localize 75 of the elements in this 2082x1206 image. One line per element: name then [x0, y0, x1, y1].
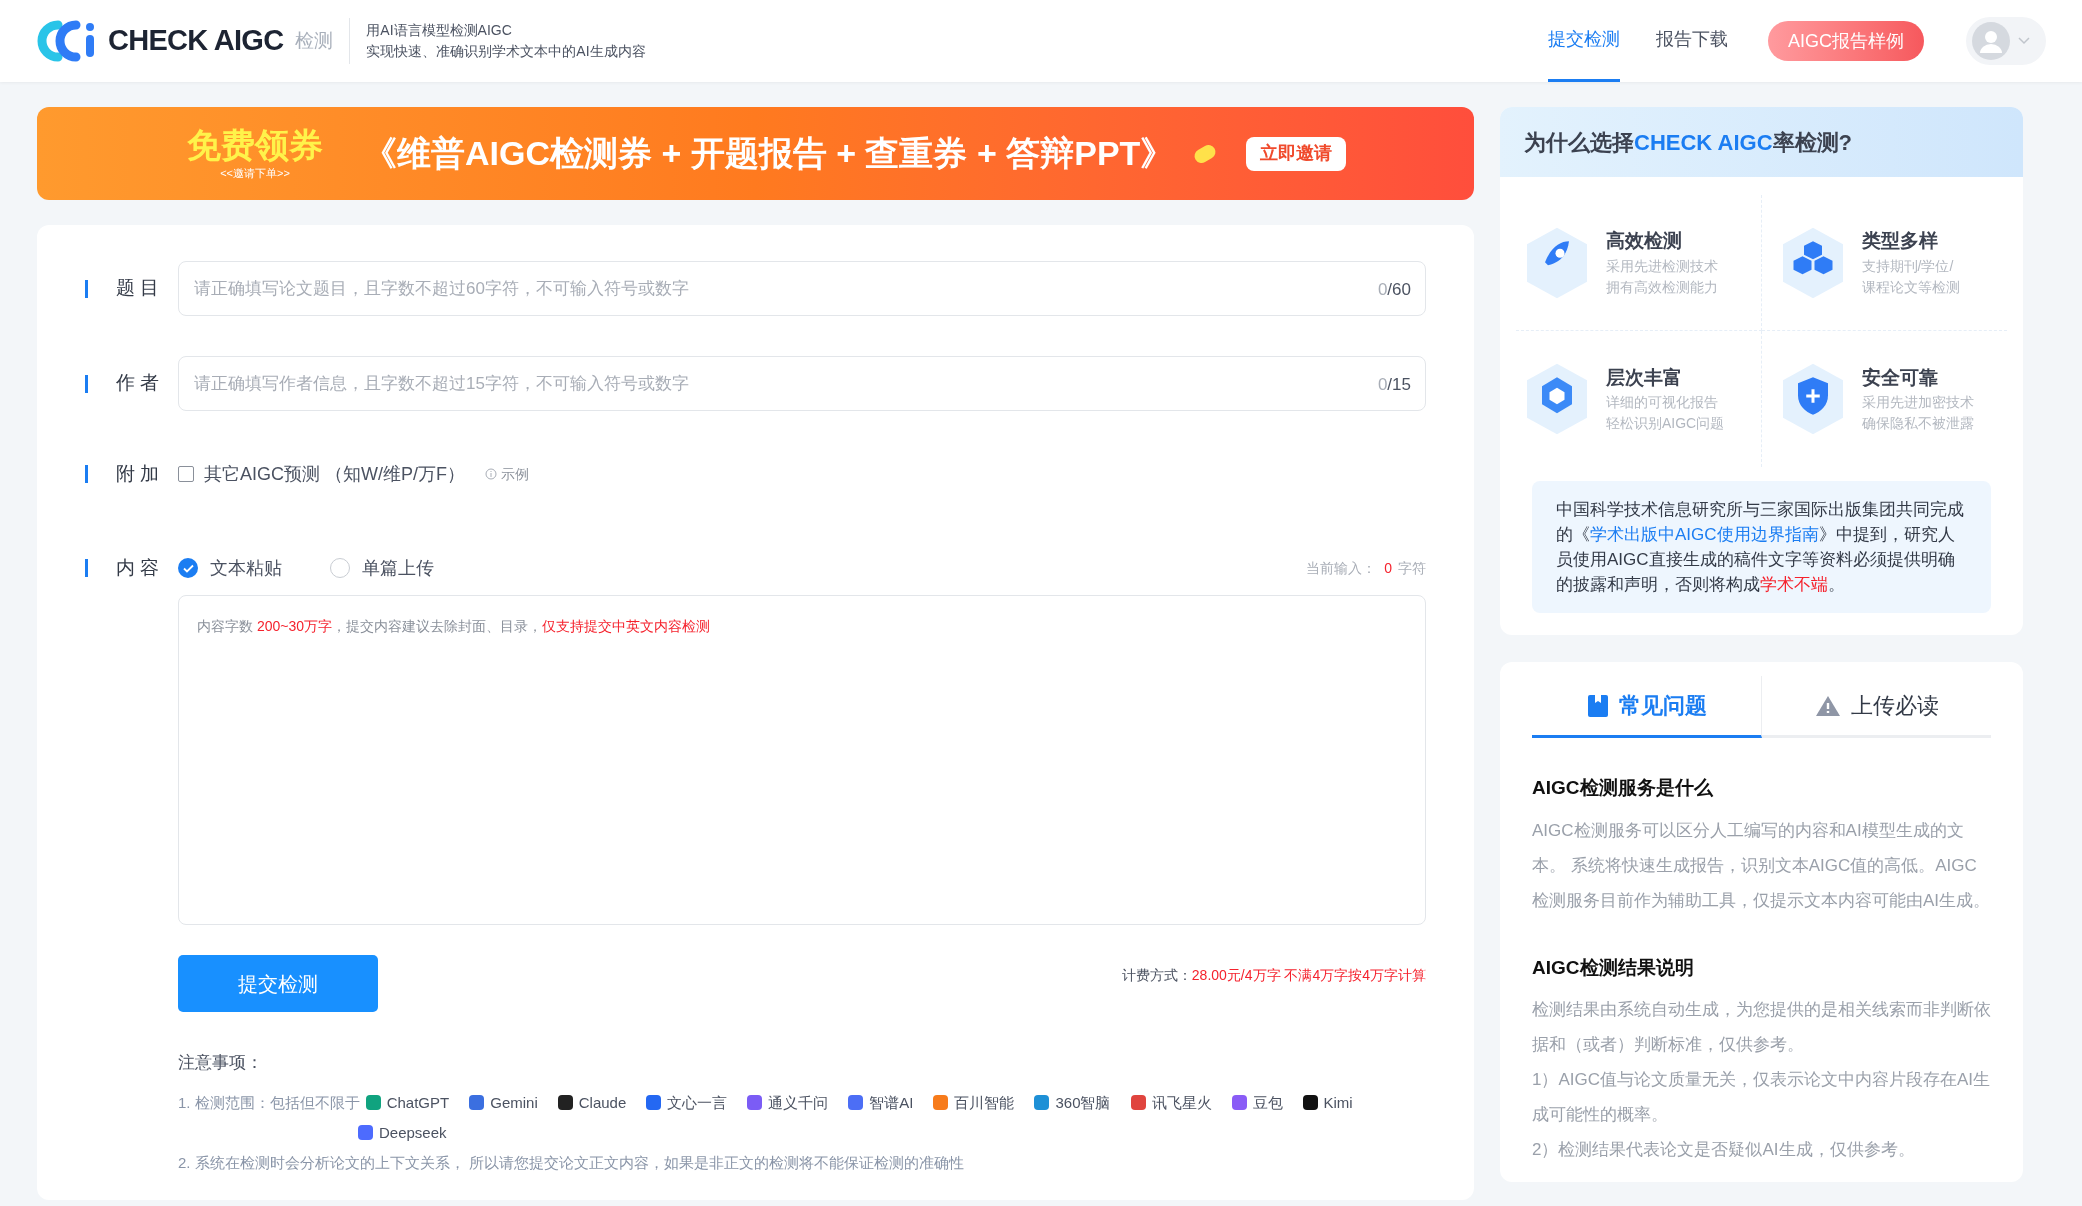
feature-description: 采用先进加密技术 — [1861, 393, 1974, 413]
promo-banner[interactable]: 免费领券 <<邀请下单>> 《维普AIGC检测券 + 开题报告 + 查重券 + 答辩PPT》 立即邀请 — [37, 107, 1474, 200]
warning-icon — [1814, 694, 1841, 717]
scope-label: 1. 检测范围：包括但不限于 — [178, 1092, 360, 1113]
notes-title: 注意事项： — [178, 1052, 264, 1074]
tagline: 实现快速、准确识别学术文本中的AI生成内容 — [366, 42, 646, 61]
checkbox-label: 其它AIGC预测 （知W/维P/万F） — [204, 462, 465, 486]
faq-paragraph: 2）检测结果代表论文是否疑似AI生成，仅供参考。 — [1532, 1139, 1916, 1161]
book-icon — [1586, 693, 1609, 718]
textarea-placeholder: 内容字数 200~30万字，提交内容建议去除封面、目录，仅支持提交中英文内容检测 — [197, 617, 711, 636]
faq-heading: AIGC检测服务是什么 — [1532, 776, 1714, 800]
model-name: Claude — [578, 1092, 627, 1113]
feature-description: 课程论文等检测 — [1861, 277, 1960, 297]
invite-button[interactable]: 立即邀请 — [1246, 136, 1347, 171]
faq-paragraph: 1）AIGC值与论文质量无关，仅表示论文中内容片段存在AI生成可能性的概率。 — [1532, 1069, 1991, 1126]
model-name: Gemini — [490, 1092, 538, 1113]
feature-description: 确保隐私不被泄露 — [1861, 414, 1974, 434]
field-label: 内 容 — [116, 555, 160, 580]
radio-label: 文本粘贴 — [210, 556, 282, 580]
logo-subtitle: 检测 — [295, 28, 334, 53]
tagline: 用AI语言模型检测AIGC — [366, 21, 513, 40]
nav-link[interactable]: 提交检测 — [1548, 0, 1620, 82]
check-icon — [182, 563, 194, 573]
chevron-down-icon — [2018, 37, 2030, 45]
quote-text: 中国科学技术信息研究所与三家国际出版集团共同完成的《学术出版中AIGC使用边界指南》中提到，研究人员使用AIGC直接生成的稿件文字等资料必须提供明确的披露和声明，否则将构成学术不端。 — [1532, 481, 1991, 613]
submit-button[interactable]: 提交检测 — [178, 955, 378, 1012]
feature-icon — [1524, 225, 1590, 300]
radio-label: 单篇上传 — [362, 556, 434, 580]
model-name: ChatGPT — [386, 1092, 450, 1113]
faq-paragraph: 检测结果由系统自动生成，为您提供的是相关线索而非判断依据和（或者）判断标准，仅供参考。 — [1532, 999, 1991, 1056]
faq-paragraph: AIGC检测服务可以区分人工编写的内容和AI模型生成的文本。 系统将快速生成报告，识别文本AIGC值的高低。AIGC检测服务目前作为辅助工具，仅提示文本内容可能由AI生成。 — [1532, 819, 1991, 912]
model-name: 讯飞星火 — [1151, 1092, 1212, 1113]
field-label: 题 目 — [116, 276, 160, 301]
example-link[interactable]: 示例 — [501, 463, 529, 485]
feature-description: 采用先进检测技术 — [1606, 256, 1718, 276]
feature-description: 拥有高效检测能力 — [1606, 277, 1718, 297]
feature-title: 层次丰富 — [1606, 365, 1683, 390]
feature-title: 安全可靠 — [1861, 365, 1939, 390]
model-name: 智谱AI — [869, 1092, 914, 1113]
model-name: Kimi — [1323, 1092, 1353, 1113]
faq-tab[interactable]: 上传必读 — [1762, 676, 1991, 738]
note-text: 2. 系统在检测时会分析论文的上下文关系， 所以请您提交论文正文内容，如果是非正文的检测将不能保证检测的准确性 — [178, 1152, 965, 1173]
banner-title: 免费领券 — [187, 125, 323, 166]
card-title: 为什么选择CHECK AIGC率检测? — [1524, 128, 1852, 157]
model-name: 通义千问 — [768, 1092, 829, 1113]
faq-heading: AIGC检测结果说明 — [1532, 955, 1695, 980]
char-counter: 0/15 — [1377, 374, 1411, 396]
model-name: 文心一言 — [667, 1092, 728, 1113]
feature-description: 支持期刊/学位/ — [1861, 256, 1955, 276]
field-label: 作 者 — [116, 371, 160, 396]
guide-link[interactable]: 学术出版中AIGC使用边界指南 — [1590, 525, 1819, 544]
char-counter: 0/60 — [1377, 279, 1411, 301]
radio-button[interactable] — [178, 558, 198, 578]
faq-tab[interactable]: 常见问题 — [1532, 676, 1762, 738]
banner-badge-subtitle: <<邀请下单>> — [220, 166, 290, 182]
feature-description: 详细的可视化报告 — [1606, 393, 1719, 413]
feature-title: 高效检测 — [1606, 229, 1683, 254]
model-name: 百川智能 — [954, 1092, 1015, 1113]
banner-headline: 《维普AIGC检测券 + 开题报告 + 查重券 + 答辩PPT》 — [363, 133, 1175, 174]
feature-title: 类型多样 — [1861, 229, 1939, 254]
feature-description: 轻松识别AIGC问题 — [1606, 414, 1725, 434]
content-textarea[interactable]: 内容字数 200~30万字，提交内容建议去除封面、目录，仅支持提交中英文内容检测 — [178, 595, 1426, 925]
input-counter: 当前输入： 0 字符 — [1306, 558, 1426, 578]
model-name: 豆包 — [1252, 1092, 1283, 1113]
checkbox[interactable] — [178, 466, 194, 482]
feature-icon — [1524, 362, 1590, 436]
model-name: 360智脑 — [1055, 1092, 1111, 1113]
avatar-icon — [1972, 22, 2010, 60]
info-icon — [485, 468, 497, 480]
field-label: 附 加 — [116, 461, 160, 486]
model-name: Deepseek — [379, 1122, 447, 1143]
nav-link[interactable]: 报告下载 — [1656, 0, 1728, 82]
pricing-text: 计费方式：28.00元/4万字 不满4万字按4万字计算 — [1121, 966, 1426, 985]
report-sample-button[interactable]: AIGC报告样例 — [1768, 21, 1924, 61]
logo-text: CHECK AIGC — [108, 23, 284, 59]
